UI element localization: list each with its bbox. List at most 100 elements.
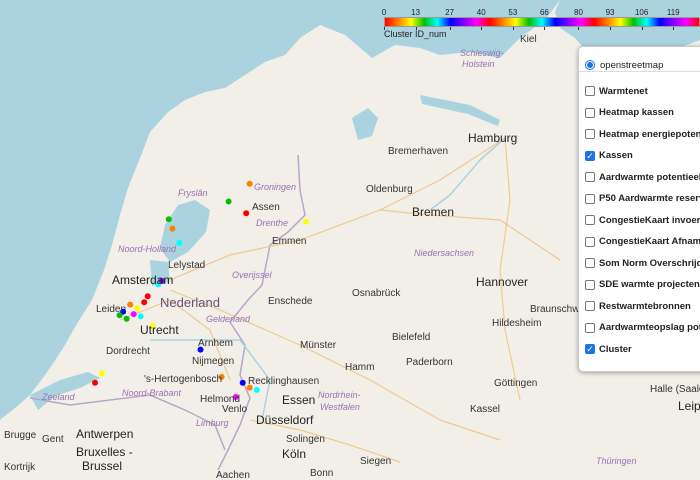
label-bremerhaven: Bremerhaven [388, 146, 448, 157]
label-osnabruck: Osnabrück [352, 288, 401, 299]
cluster-point[interactable] [130, 311, 137, 318]
label-oldenburg: Oldenburg [366, 184, 413, 195]
cluster-point[interactable] [176, 240, 183, 246]
checkbox-unchecked[interactable] [585, 193, 595, 204]
cluster-point[interactable] [165, 216, 172, 223]
checkbox-unchecked[interactable] [585, 322, 595, 333]
colorbar-tick-mark [544, 27, 546, 30]
checkbox-unchecked[interactable] [585, 301, 595, 311]
label-leipz: Leipz [678, 399, 700, 413]
overlay-layer-item[interactable]: ✓ Kassen [585, 148, 633, 164]
label-dordrecht: Dordrecht [106, 346, 150, 357]
label-thuringen: Thüringen [596, 456, 637, 466]
cluster-point[interactable] [144, 293, 151, 300]
cluster-point[interactable] [141, 299, 148, 306]
label-paderborn: Paderborn [406, 357, 453, 368]
label-antwerpen: Antwerpen [76, 427, 133, 441]
label-dusseldorf: Düsseldorf [256, 413, 314, 427]
overlay-layer-item[interactable]: P50 Aardwarmte reservo [585, 191, 700, 207]
cluster-point[interactable] [239, 379, 246, 386]
overlay-layer-label: Som Norm Overschrijdin [599, 257, 700, 269]
colorbar-tick-label: 27 [445, 8, 455, 17]
checkbox-unchecked[interactable] [585, 258, 595, 268]
checkbox-unchecked[interactable] [585, 172, 595, 182]
radio-selected-dot [587, 62, 593, 68]
label-gottingen: Göttingen [494, 378, 537, 389]
label-groningen: Groningen [254, 182, 296, 192]
label-lelystad: Lelystad [168, 260, 205, 271]
checkbox-unchecked[interactable] [585, 236, 595, 247]
label-gelderland: Gelderland [206, 314, 251, 324]
overlay-layer-item[interactable]: Aardwarmte potentieel [585, 169, 700, 185]
cluster-point[interactable] [127, 301, 134, 308]
label-hannover: Hannover [476, 275, 528, 289]
cluster-point[interactable] [246, 180, 253, 187]
colorbar-title: Cluster ID_num [384, 29, 447, 39]
layer-control-panel[interactable]: openstreetmap Warmtenet Heatmap kassen Hea… [578, 46, 700, 372]
label-koln: Köln [282, 447, 306, 461]
label-bruxelles-2: Brussel [82, 459, 122, 473]
overlay-layer-item[interactable]: Warmtenet [585, 83, 648, 99]
label-arnhem: Arnhem [198, 338, 233, 349]
colorbar-tick-mark [481, 27, 483, 30]
checkbox-unchecked[interactable] [585, 129, 595, 139]
checkbox-unchecked[interactable] [585, 215, 595, 225]
label-emmen: Emmen [272, 236, 306, 247]
label-hertogenbosch: 's-Hertogenbosch [144, 374, 222, 385]
label-bielefeld: Bielefeld [392, 332, 430, 343]
cluster-point[interactable] [243, 210, 250, 217]
overlay-layer-label: Heatmap kassen [599, 107, 674, 118]
colorbar-tick-label: 40 [476, 8, 486, 17]
cluster-point[interactable] [225, 198, 232, 205]
radio-button[interactable] [585, 60, 595, 70]
label-drenthe: Drenthe [256, 218, 288, 228]
label-nederland: Nederland [160, 295, 220, 310]
overlay-layer-item[interactable]: Heatmap energiepotentie [585, 126, 700, 142]
colorbar-tick-label: 13 [411, 8, 421, 17]
checkbox-checked[interactable]: ✓ [585, 150, 595, 161]
colorbar-tick-label: 119 [666, 8, 680, 17]
overlay-layer-item[interactable]: Aardwarmteopslag poter [585, 320, 700, 336]
cluster-point[interactable] [169, 225, 176, 232]
label-limburg: Limburg [196, 418, 229, 428]
label-essen: Essen [282, 393, 315, 407]
colorbar-tick-label: 80 [574, 8, 583, 17]
colorbar-tick-label: 53 [508, 8, 518, 17]
overlay-layer-item[interactable]: SDE warmte projecten [585, 277, 700, 293]
cluster-point[interactable] [134, 305, 141, 312]
cluster-point[interactable] [92, 379, 98, 386]
colorbar-tick-mark [641, 27, 643, 30]
layer-separator [579, 71, 700, 72]
cluster-point[interactable] [123, 315, 130, 322]
label-kassel: Kassel [470, 404, 500, 415]
colorbar-tick-mark [512, 27, 514, 30]
overlay-layer-label: CongestieKaart invoer [599, 214, 700, 226]
label-noord-holland: Noord-Holland [118, 244, 177, 254]
cluster-point[interactable] [99, 370, 105, 377]
overlay-layer-item[interactable]: Som Norm Overschrijdin [585, 255, 700, 271]
label-hamburg: Hamburg [468, 131, 517, 145]
overlay-layer-item[interactable]: Heatmap kassen [585, 105, 674, 121]
label-fryslan: Fryslân [178, 188, 208, 198]
checkbox-unchecked[interactable] [585, 107, 595, 118]
checkbox-unchecked[interactable] [585, 86, 595, 96]
label-niedersachsen: Niedersachsen [414, 248, 474, 258]
label-nrw2: Westfalen [320, 402, 360, 412]
overlay-layer-item[interactable]: CongestieKaart Afname [585, 234, 700, 250]
checkbox-unchecked[interactable] [585, 279, 595, 290]
overlay-layer-label: Kassen [599, 150, 633, 161]
colorbar-tick-label: 66 [539, 8, 549, 17]
cluster-point[interactable] [253, 386, 260, 393]
cluster-point[interactable] [137, 313, 144, 320]
label-recklinghausen: Recklinghausen [248, 376, 319, 387]
overlay-layer-item[interactable]: ✓ Cluster [585, 341, 632, 357]
overlay-layer-label: Warmtenet [599, 85, 648, 97]
cluster-point[interactable] [303, 218, 309, 225]
label-venlo: Venlo [222, 404, 247, 415]
label-bruxelles-1: Bruxelles - [76, 445, 133, 459]
overlay-layer-item[interactable]: Restwarmtebronnen [585, 298, 691, 314]
label-schleswig: Schleswig- [460, 48, 504, 58]
overlay-layer-item[interactable]: CongestieKaart invoer [585, 212, 700, 228]
checkbox-checked[interactable]: ✓ [585, 344, 595, 354]
overlay-layer-label: Cluster [599, 343, 632, 355]
